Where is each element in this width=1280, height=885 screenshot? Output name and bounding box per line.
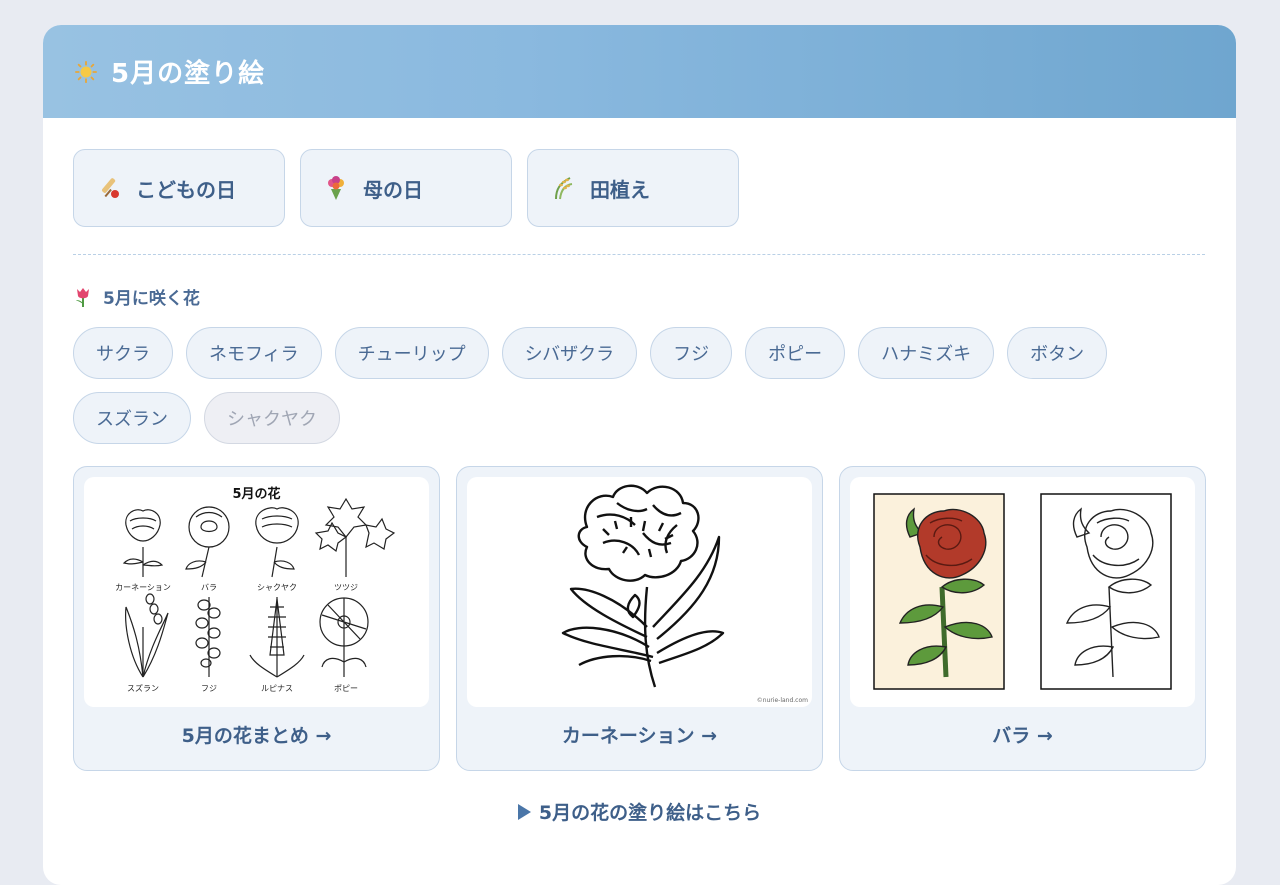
page-title: 5月の塗り絵 bbox=[111, 59, 266, 89]
section-divider bbox=[73, 254, 1205, 255]
flower-tag[interactable]: フジ bbox=[650, 327, 733, 379]
summary-sheet-thumbnail: 5月の花 カーネーション バラ シャクヤク ツツジ スズラン フジ ルピナス ポ… bbox=[84, 477, 429, 707]
flower-tag-disabled: シャクヤク bbox=[204, 392, 340, 444]
sun-icon bbox=[75, 60, 97, 83]
flower-tag[interactable]: チューリップ bbox=[334, 327, 489, 379]
event-label: 母の日 bbox=[363, 177, 423, 202]
flower-tag[interactable]: ネモフィラ bbox=[186, 327, 322, 379]
carnation-drawing bbox=[561, 484, 725, 688]
flower-tag[interactable]: サクラ bbox=[73, 327, 173, 379]
flower-label: バラ bbox=[201, 583, 217, 592]
flower-tag[interactable]: ボタン bbox=[1007, 327, 1108, 379]
rose-thumbnail bbox=[850, 477, 1195, 707]
flower-label: シャクヤク bbox=[257, 583, 297, 592]
credit-text: ©nurie-land.com bbox=[756, 697, 808, 704]
event-label: 田植え bbox=[590, 177, 650, 202]
card-header: 5月の塗り絵 bbox=[43, 25, 1236, 118]
play-triangle-icon bbox=[517, 804, 531, 820]
event-label: こどもの日 bbox=[136, 177, 236, 202]
bouquet-icon bbox=[328, 176, 344, 200]
rice-plant-icon bbox=[555, 177, 573, 200]
cricket-bat-icon bbox=[102, 178, 119, 198]
flower-label: ルピナス bbox=[261, 684, 293, 693]
event-button-childrens-day[interactable]: こどもの日 bbox=[73, 149, 285, 227]
event-buttons: こどもの日 母の日 田植え bbox=[73, 149, 739, 227]
flower-label: フジ bbox=[201, 684, 217, 693]
flower-label: カーネーション bbox=[115, 583, 171, 592]
tile-may-flowers-summary[interactable]: 5月の花 カーネーション バラ シャクヤク ツツジ スズラン フジ ルピナス ポ… bbox=[73, 466, 440, 771]
flower-label: ツツジ bbox=[334, 583, 358, 592]
section-title: 5月に咲く花 bbox=[103, 289, 200, 309]
more-link-label: 5月の花の塗り絵はこちら bbox=[538, 802, 762, 824]
event-button-rice-planting[interactable]: 田植え bbox=[527, 149, 739, 227]
coloring-tiles: 5月の花 カーネーション バラ シャクヤク ツツジ スズラン フジ ルピナス ポ… bbox=[73, 466, 1206, 771]
event-button-mothers-day[interactable]: 母の日 bbox=[300, 149, 512, 227]
tile-carnation[interactable]: ©nurie-land.com カーネーション → bbox=[456, 466, 823, 771]
section-heading: 5月に咲く花 bbox=[73, 284, 200, 309]
tile-caption: 5月の花まとめ → bbox=[181, 725, 332, 747]
flower-label: スズラン bbox=[127, 684, 159, 693]
flower-label: ポピー bbox=[334, 684, 358, 693]
flower-tag[interactable]: シバザクラ bbox=[501, 327, 638, 379]
may-coloring-card: 5月の塗り絵 こどもの日 母の日 田植え 5月に咲く花 サクラ ネモフィラ チュ… bbox=[43, 25, 1236, 885]
flower-tag[interactable]: ポピー bbox=[745, 327, 846, 379]
tile-caption: カーネーション → bbox=[561, 725, 718, 747]
carnation-thumbnail: ©nurie-land.com bbox=[467, 477, 812, 707]
flower-tag-list: サクラ ネモフィラ チューリップ シバザクラ フジ ポピー ハナミズキ ボタン … bbox=[73, 327, 1213, 444]
tile-caption: バラ → bbox=[992, 725, 1053, 747]
tulip-icon bbox=[76, 287, 89, 307]
tile-rose[interactable]: バラ → bbox=[839, 466, 1206, 771]
rose-drawings bbox=[873, 493, 1172, 690]
flower-tag[interactable]: スズラン bbox=[73, 392, 191, 444]
flower-tag[interactable]: ハナミズキ bbox=[858, 327, 995, 379]
more-flowers-link[interactable]: 5月の花の塗り絵はこちら bbox=[43, 798, 1236, 825]
